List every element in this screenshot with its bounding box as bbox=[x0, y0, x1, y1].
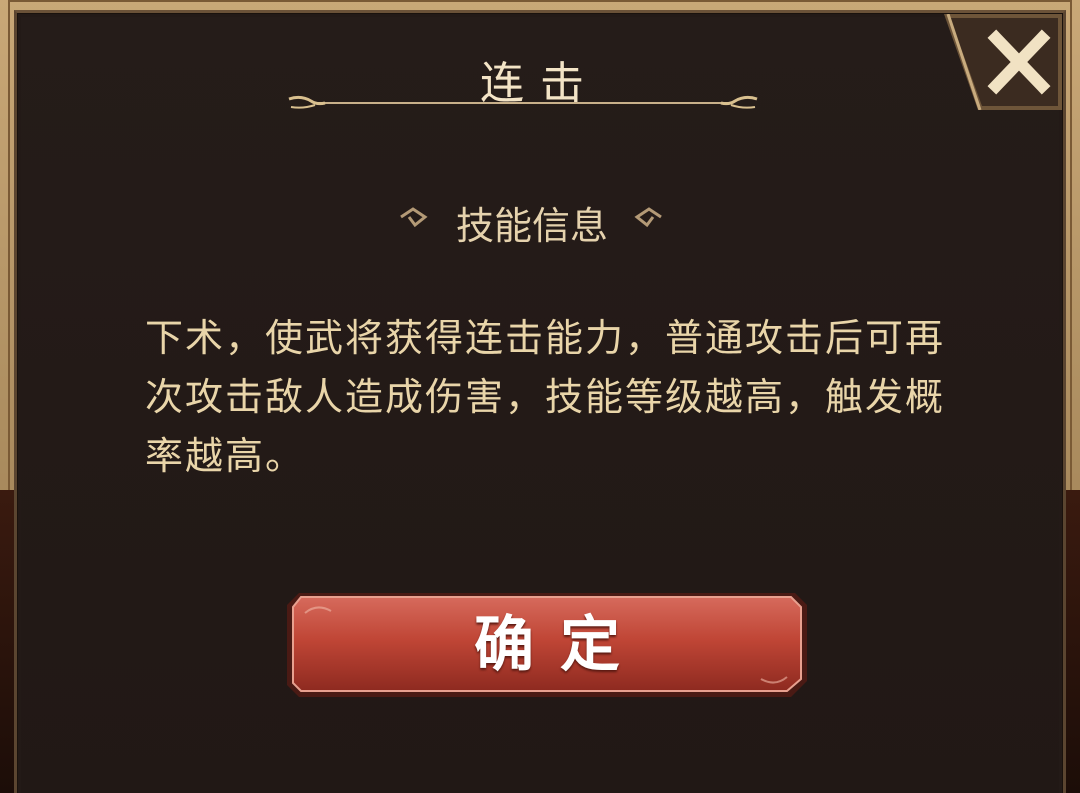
section-header-skill-info: 技能信息 bbox=[455, 204, 608, 248]
confirm-button-label: 确定 bbox=[474, 610, 646, 680]
game-screen: 连击 技能信息 下术，使武将获得连击能力，普通攻击后可再次攻击敌人造成伤害，技能… bbox=[0, 0, 1080, 793]
close-x-icon bbox=[944, 14, 1062, 110]
confirm-button[interactable]: 确定 bbox=[287, 593, 807, 697]
dialog-body: 连击 技能信息 下术，使武将获得连击能力，普通攻击后可再次攻击敌人造成伤害，技能… bbox=[21, 14, 1062, 793]
skill-info-dialog: 连击 技能信息 下术，使武将获得连击能力，普通攻击后可再次攻击敌人造成伤害，技能… bbox=[14, 10, 1066, 793]
title-ornament-icon bbox=[288, 95, 758, 109]
close-button[interactable] bbox=[944, 14, 1062, 110]
skill-description: 下术，使武将获得连击能力，普通攻击后可再次攻击敌人造成伤害，技能等级越高，触发概… bbox=[145, 316, 946, 478]
